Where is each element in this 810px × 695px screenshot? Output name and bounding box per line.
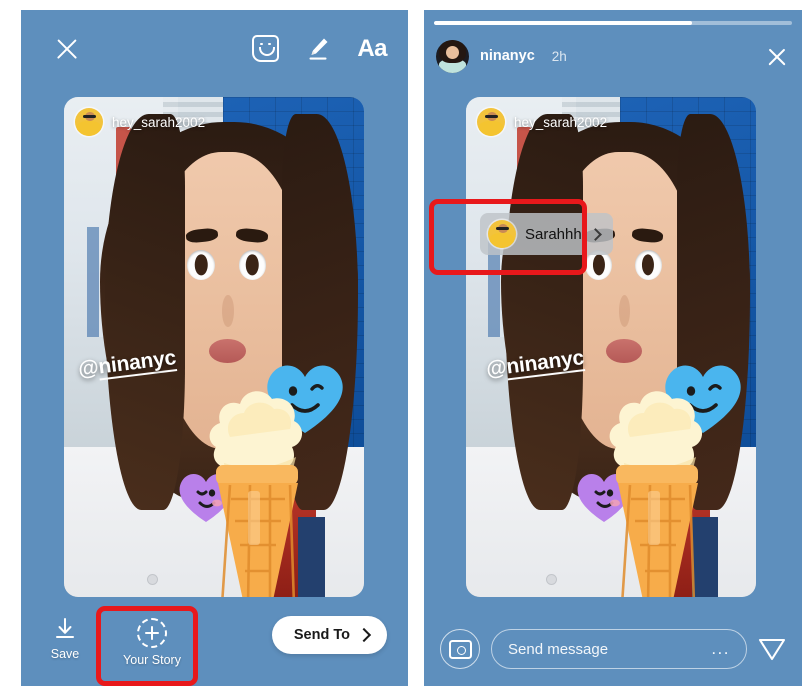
ice-cream-cone-sticker[interactable] bbox=[194, 365, 324, 597]
story-message-bar: Send message ... bbox=[424, 612, 802, 686]
chevron-right-icon bbox=[588, 227, 602, 241]
avatar bbox=[477, 108, 505, 136]
story-composer-panel: Aa hey_sarah2002 @ninanyc Save Your Stor… bbox=[21, 10, 408, 686]
story-header: ninanyc 2h bbox=[436, 36, 790, 76]
story-photo-card[interactable]: hey_sarah2002 @ninanyc bbox=[64, 97, 364, 597]
photo-tagged-user-label: hey_sarah2002 bbox=[112, 114, 206, 130]
story-progress-bar bbox=[434, 21, 792, 25]
draw-pen-icon[interactable] bbox=[304, 34, 332, 62]
composer-bottom-bar: Save Your Story Send To bbox=[21, 600, 408, 686]
story-timestamp: 2h bbox=[551, 48, 567, 64]
story-username[interactable]: ninanyc bbox=[480, 48, 535, 64]
mention-sticker[interactable]: Sarahhh bbox=[480, 213, 613, 255]
text-tool-icon[interactable]: Aa bbox=[357, 35, 387, 62]
story-viewer-panel: ninanyc 2h hey_sarah2002 Sarahhh @ninany… bbox=[424, 10, 802, 686]
photo-tagged-user[interactable]: hey_sarah2002 bbox=[75, 108, 205, 136]
screenshot-root: Aa hey_sarah2002 @ninanyc Save Your Stor… bbox=[0, 0, 810, 695]
close-icon[interactable] bbox=[54, 36, 80, 62]
close-icon[interactable] bbox=[766, 46, 788, 68]
chevron-right-icon bbox=[356, 627, 372, 643]
add-to-story-icon bbox=[137, 618, 167, 648]
photo-tagged-user-label: hey_sarah2002 bbox=[514, 114, 608, 130]
sticker-icon[interactable] bbox=[252, 34, 280, 62]
your-story-button[interactable]: Your Story bbox=[113, 618, 191, 667]
save-button[interactable]: Save bbox=[37, 618, 93, 661]
more-options-icon[interactable]: ... bbox=[711, 640, 730, 657]
camera-button[interactable] bbox=[440, 629, 480, 669]
download-icon bbox=[54, 618, 76, 642]
ice-cream-cone-sticker[interactable] bbox=[594, 365, 724, 597]
story-progress-fill bbox=[434, 21, 692, 25]
send-to-label: Send To bbox=[293, 627, 350, 643]
story-photo-card[interactable]: hey_sarah2002 Sarahhh @ninanyc bbox=[466, 97, 756, 597]
avatar[interactable] bbox=[436, 39, 469, 73]
avatar bbox=[75, 108, 103, 136]
composer-tool-icons: Aa bbox=[252, 34, 387, 62]
camera-icon bbox=[448, 639, 472, 659]
send-to-button[interactable]: Send To bbox=[271, 616, 387, 654]
avatar bbox=[488, 220, 516, 248]
send-message-placeholder: Send message bbox=[508, 640, 609, 658]
mention-sticker-label: Sarahhh bbox=[525, 225, 582, 243]
send-icon[interactable] bbox=[758, 636, 786, 662]
save-label: Save bbox=[50, 647, 80, 661]
composer-toolbar: Aa bbox=[21, 10, 408, 82]
photo-tagged-user[interactable]: hey_sarah2002 bbox=[477, 108, 607, 136]
send-message-input[interactable]: Send message ... bbox=[491, 629, 747, 669]
your-story-label: Your Story bbox=[123, 653, 181, 667]
